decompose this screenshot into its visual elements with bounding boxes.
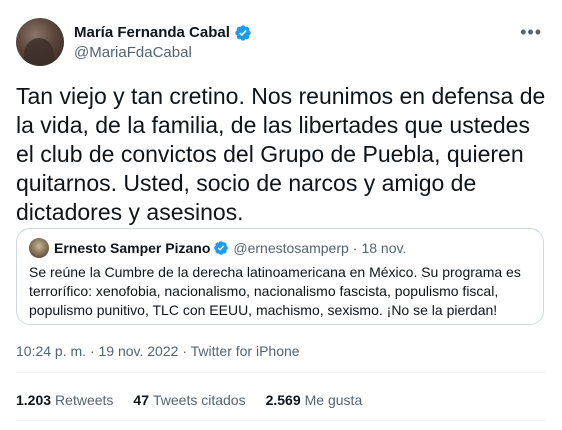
quoted-verified-badge-icon	[214, 241, 229, 255]
tweet-header: María Fernanda Cabal @MariaFdaCabal •••	[16, 18, 546, 70]
quote-tweets-count: 47	[133, 392, 149, 408]
tweet-text: Tan viejo y tan cretino. Nos reunimos en…	[16, 83, 546, 225]
retweets-count: 1.203	[16, 392, 52, 408]
tweet-client[interactable]: Twitter for iPhone	[191, 343, 300, 359]
quoted-separator: ·	[352, 240, 358, 256]
author-avatar[interactable]	[16, 18, 64, 66]
quoted-tweet-text: Se reúne la Cumbre de la derecha latinoa…	[29, 264, 521, 318]
retweets-stat[interactable]: 1.203 Retweets	[16, 392, 113, 408]
tweet-meta: 10:24 p. m. · 19 nov. 2022 · Twitter for…	[16, 343, 300, 359]
meta-separator-2: ·	[182, 343, 187, 359]
quote-tweets-stat[interactable]: 47 Tweets citados	[133, 392, 245, 408]
quoted-tweet-header: Ernesto Samper Pizano @ernestosamperp · …	[29, 238, 406, 258]
retweets-label: Retweets	[55, 392, 114, 408]
verified-badge-icon	[235, 25, 251, 41]
author-handle[interactable]: @MariaFdaCabal	[74, 43, 252, 63]
likes-count: 2.569	[265, 392, 301, 408]
tweet-date[interactable]: 19 nov. 2022	[99, 343, 179, 359]
quoted-tweet-date: 18 nov.	[361, 240, 407, 256]
divider	[16, 372, 546, 373]
quote-tweets-label: Tweets citados	[152, 392, 246, 408]
author-info[interactable]: María Fernanda Cabal @MariaFdaCabal	[74, 23, 252, 63]
tweet-stats: 1.203 Retweets 47 Tweets citados 2.569 M…	[16, 392, 362, 408]
author-display-name-row[interactable]: María Fernanda Cabal	[74, 23, 252, 43]
likes-stat[interactable]: 2.569 Me gusta	[266, 392, 363, 408]
meta-separator-1: ·	[89, 343, 95, 359]
quoted-author-avatar	[29, 238, 49, 258]
more-horizontal-icon[interactable]: •••	[520, 22, 542, 43]
divider	[16, 420, 546, 421]
quoted-tweet[interactable]: Ernesto Samper Pizano @ernestosamperp · …	[16, 228, 544, 325]
likes-label: Me gusta	[304, 392, 363, 408]
author-display-name[interactable]: María Fernanda Cabal	[74, 23, 230, 43]
quoted-author-display-name: Ernesto Samper Pizano	[54, 240, 211, 256]
tweet-time[interactable]: 10:24 p. m.	[16, 343, 86, 359]
quoted-author-handle: @ernestosamperp	[233, 240, 349, 256]
